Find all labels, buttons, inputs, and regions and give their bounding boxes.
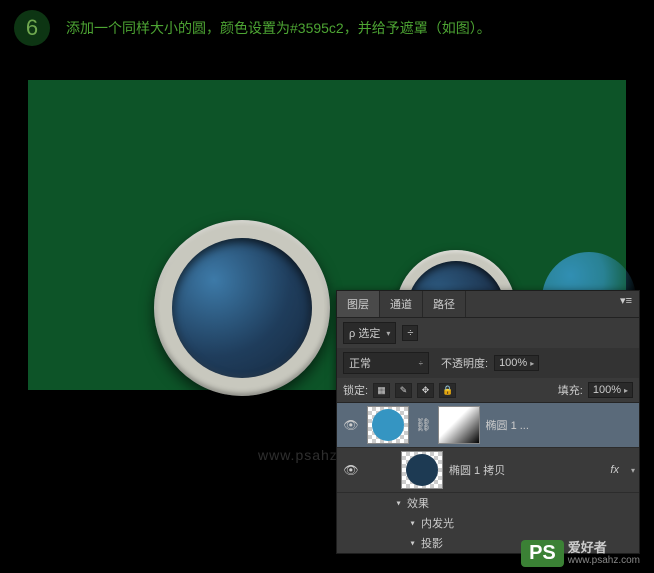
lock-label: 锁定: [343, 382, 368, 398]
layer-name[interactable]: 椭圆 1 拷贝 [449, 462, 505, 478]
lock-row: 锁定: ▦ ✎ ✥ 🔒 填充: 100%▸ [337, 378, 639, 403]
blend-mode-value: 正常 [349, 355, 371, 371]
layer-name[interactable]: 椭圆 1 ... [486, 417, 529, 433]
opacity-input[interactable]: 100%▸ [494, 355, 539, 371]
effect-inner-glow[interactable]: ▸ 内发光 [337, 513, 639, 533]
layer-filter-select[interactable]: ρ 选定 ▾ [343, 322, 396, 344]
layer-row-ellipse-1-copy[interactable]: 👁 椭圆 1 拷贝 fx ▾ [337, 448, 639, 493]
layer-row-ellipse-1[interactable]: 👁 ⛓ 椭圆 1 ... [337, 403, 639, 448]
fx-badge[interactable]: fx [610, 464, 625, 476]
mask-link-icon[interactable]: ⛓ [415, 417, 432, 433]
panel-menu-icon[interactable]: ▾≡ [613, 291, 639, 317]
blend-mode-select[interactable]: 正常 ÷ [343, 352, 429, 374]
lock-all-icon[interactable]: 🔒 [439, 383, 456, 398]
layer-thumbnail[interactable] [401, 451, 443, 489]
chevron-down-icon: ÷ [419, 359, 423, 368]
step-number-badge: 6 [14, 10, 50, 46]
button-preview-large [154, 220, 330, 396]
chevron-down-icon: ▾ [386, 329, 390, 338]
blend-row: 正常 ÷ 不透明度: 100%▸ [337, 348, 639, 378]
disclosure-icon: ▸ [395, 501, 404, 505]
tutorial-header: 6 添加一个同样大小的圆，颜色设置为#3595c2，并给予遮罩（如图）。 [0, 0, 654, 56]
instruction-text: 添加一个同样大小的圆，颜色设置为#3595c2，并给予遮罩（如图）。 [66, 18, 491, 38]
filter-label: ρ 选定 [349, 325, 380, 341]
logo-url-text: www.psahz.com [568, 555, 640, 566]
opacity-label: 不透明度: [441, 355, 488, 371]
site-logo: PS 爱好者 www.psahz.com [521, 540, 640, 567]
logo-cn-text: 爱好者 [568, 541, 640, 555]
tab-layers[interactable]: 图层 [337, 291, 380, 317]
layer-mask-thumbnail[interactable] [438, 406, 480, 444]
fill-input[interactable]: 100%▸ [588, 382, 633, 398]
panel-tabs: 图层 通道 路径 ▾≡ [337, 291, 639, 318]
chevron-down-icon[interactable]: ▾ [631, 466, 635, 475]
effects-header[interactable]: ▸ 效果 [337, 493, 639, 513]
tab-channels[interactable]: 通道 [380, 291, 423, 317]
lock-transparency-icon[interactable]: ▦ [373, 383, 390, 398]
disclosure-icon: ▸ [409, 521, 418, 525]
visibility-icon[interactable]: 👁 [341, 463, 361, 477]
tab-paths[interactable]: 路径 [423, 291, 466, 317]
lock-brush-icon[interactable]: ✎ [395, 383, 412, 398]
fill-label: 填充: [558, 382, 583, 398]
layer-thumbnail[interactable] [367, 406, 409, 444]
visibility-icon[interactable]: 👁 [341, 418, 361, 432]
disclosure-icon: ▸ [409, 541, 418, 545]
filter-row: ρ 选定 ▾ ÷ [337, 318, 639, 348]
layer-list: 👁 ⛓ 椭圆 1 ... 👁 椭圆 1 拷贝 fx ▾ ▸ 效果 ▸ 内发光 ▸… [337, 403, 639, 553]
logo-badge: PS [521, 540, 564, 567]
filter-spinner[interactable]: ÷ [402, 325, 418, 341]
layers-panel: 图层 通道 路径 ▾≡ ρ 选定 ▾ ÷ 正常 ÷ 不透明度: 100%▸ 锁定… [336, 290, 640, 554]
lock-move-icon[interactable]: ✥ [417, 383, 434, 398]
